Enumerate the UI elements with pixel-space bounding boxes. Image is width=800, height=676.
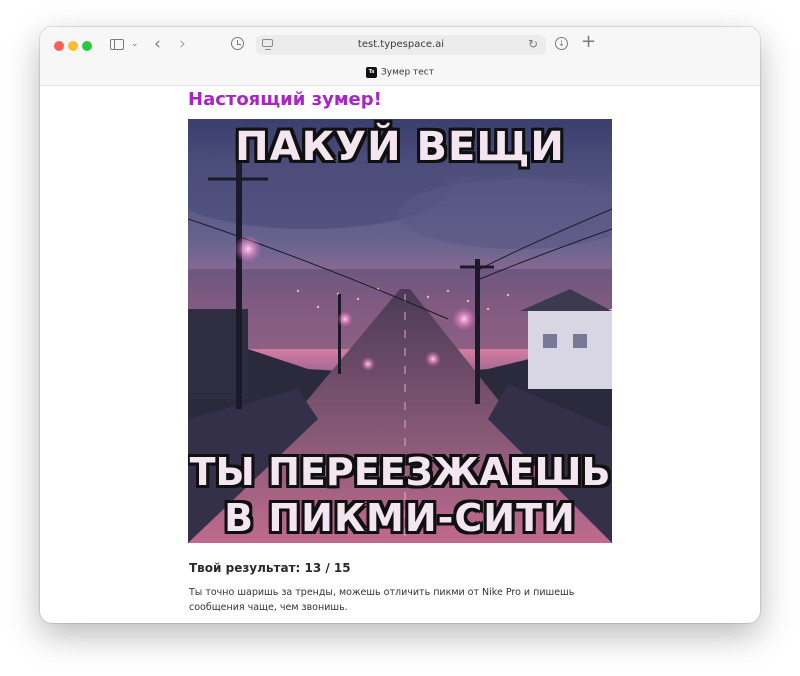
minimize-window-button[interactable] (68, 41, 78, 51)
chevron-right-icon[interactable]: › (179, 36, 186, 53)
browser-toolbar: ⌄ ‹ › test.typespace.ai ↻ ↓ + (40, 27, 760, 65)
url-text[interactable]: test.typespace.ai (256, 39, 546, 50)
meme-top-text: ПАКУЙ ВЕЩИ (235, 124, 565, 170)
clock-icon[interactable] (231, 37, 244, 50)
chevron-left-icon[interactable]: ‹ (154, 36, 161, 53)
tab-zoomer-test[interactable]: Ts Зумер тест (40, 67, 760, 78)
result-score: Твой результат: 13 / 15 (189, 561, 351, 575)
plus-icon[interactable]: + (581, 33, 596, 51)
reload-icon[interactable]: ↻ (528, 38, 538, 50)
favicon: Ts (366, 67, 378, 78)
result-meme-image: ПАКУЙ ВЕЩИ ТЫ ПЕРЕЕЗЖАЕШЬ В ПИКМИ-СИТИ (188, 119, 612, 543)
result-description: Ты точно шаришь за тренды, можешь отличи… (189, 587, 575, 613)
chevron-down-icon[interactable]: ⌄ (131, 40, 139, 49)
download-icon[interactable]: ↓ (555, 37, 568, 50)
tab-bar: Ts Зумер тест (40, 65, 760, 86)
sidebar-icon[interactable] (110, 39, 124, 50)
address-bar[interactable]: test.typespace.ai ↻ (256, 35, 546, 55)
close-window-button[interactable] (54, 41, 64, 51)
meme-bottom-text-line2: В ПИКМИ-СИТИ (224, 496, 576, 540)
zoom-window-button[interactable] (82, 41, 92, 51)
page-title: Настоящий зумер! (188, 89, 382, 110)
tab-label[interactable]: Зумер тест (381, 68, 434, 78)
meme-bottom-text-line1: ТЫ ПЕРЕЕЗЖАЕШЬ (189, 450, 611, 494)
browser-window: ⌄ ‹ › test.typespace.ai ↻ ↓ + Ts Зумер те… (40, 27, 760, 623)
